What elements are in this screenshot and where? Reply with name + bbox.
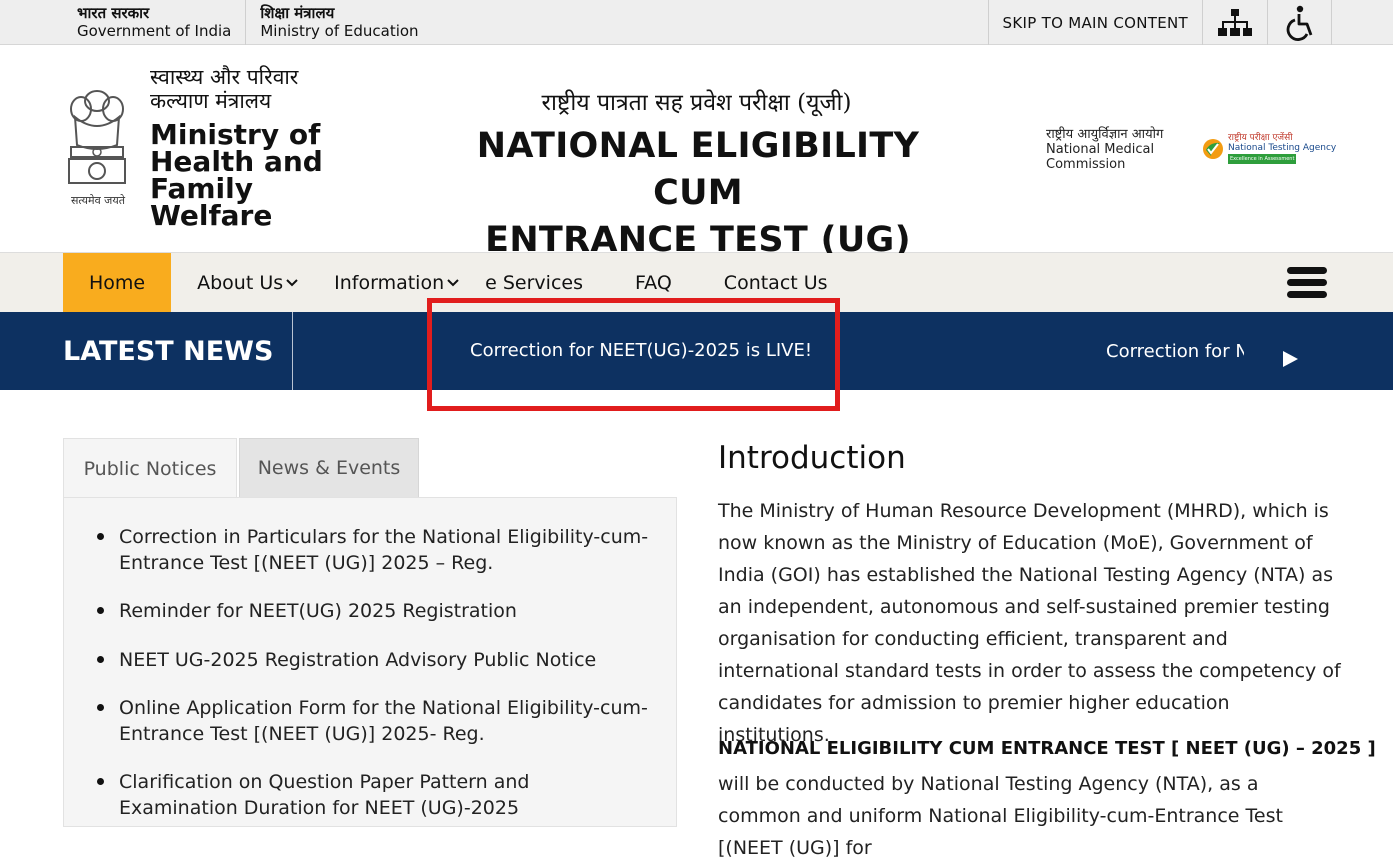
site-header: सत्यमेव जयते स्वास्थ्य और परिवार कल्याण … bbox=[0, 45, 1393, 260]
menu-button[interactable] bbox=[1287, 267, 1327, 299]
tab-public-notices[interactable]: Public Notices bbox=[63, 438, 237, 498]
ministry-english-name[interactable]: Ministry of Health and Family Welfare bbox=[150, 118, 330, 232]
moe-en-label: Ministry of Education bbox=[260, 22, 419, 40]
nav-item-label: About Us bbox=[197, 271, 284, 294]
skip-to-main-content-link[interactable]: SKIP TO MAIN CONTENT bbox=[987, 0, 1202, 45]
nta-logo[interactable]: राष्ट्रीय परीक्षा एजेंसी National Testin… bbox=[1202, 133, 1336, 164]
nav-item-home[interactable]: Home bbox=[63, 253, 172, 312]
intro-paragraph-2: will be conducted by National Testing Ag… bbox=[718, 773, 1283, 859]
gov-of-india-link[interactable]: भारत सरकार Government of India bbox=[63, 0, 247, 45]
list-bullet bbox=[97, 607, 104, 614]
nmc-logo[interactable]: राष्ट्रीय आयुर्विज्ञान आयोग National Med… bbox=[1046, 127, 1163, 172]
ticker-play-icon[interactable] bbox=[1283, 351, 1298, 367]
accessibility-icon bbox=[1286, 5, 1312, 41]
intro-title: Introduction bbox=[718, 440, 906, 476]
intro-paragraph: The Ministry of Human Resource Developme… bbox=[718, 500, 1341, 746]
news-divider bbox=[292, 312, 293, 390]
gov-links: भारत सरकार Government of India शिक्षा मं… bbox=[63, 0, 433, 45]
nta-text: राष्ट्रीय परीक्षा एजेंसी National Testin… bbox=[1228, 133, 1336, 164]
notice-link[interactable]: Reminder for NEET(UG) 2025 Registration bbox=[119, 598, 649, 624]
gov-bar-actions: SKIP TO MAIN CONTENT bbox=[987, 0, 1332, 45]
site-title: NATIONAL ELIGIBILITY CUM ENTRANCE TEST (… bbox=[448, 123, 948, 264]
list-bullet bbox=[97, 778, 104, 785]
site-title-hindi: राष्ट्रीय पात्रता सह प्रवेश परीक्षा (यूज… bbox=[541, 90, 852, 116]
notice-link[interactable]: Online Application Form for the National… bbox=[119, 695, 649, 747]
nmc-hi-label: राष्ट्रीय आयुर्विज्ञान आयोग bbox=[1046, 127, 1164, 142]
chevron-down-icon bbox=[447, 278, 459, 286]
gov-en-label: Government of India bbox=[77, 22, 232, 40]
ministry-en-line2: Health and bbox=[150, 145, 323, 178]
site-title-line1: NATIONAL ELIGIBILITY CUM bbox=[476, 126, 920, 213]
notice-link[interactable]: Correction in Particulars for the Nation… bbox=[119, 524, 649, 576]
emblem-caption: सत्यमेव जयते bbox=[70, 194, 125, 207]
notice-link[interactable]: Clarification on Question Paper Pattern … bbox=[119, 769, 649, 821]
tab-news-events[interactable]: News & Events bbox=[239, 438, 419, 498]
nav-item-label: Contact Us bbox=[723, 271, 828, 294]
sitemap-button[interactable] bbox=[1202, 0, 1267, 45]
nav-item-label: Home bbox=[89, 271, 146, 294]
hamburger-line bbox=[1287, 279, 1327, 286]
hamburger-line bbox=[1287, 291, 1327, 298]
nav-item-about-us[interactable]: About Us bbox=[171, 253, 312, 312]
list-bullet bbox=[97, 656, 104, 663]
list-bullet bbox=[97, 704, 104, 711]
hamburger-icon bbox=[1287, 267, 1327, 274]
sitemap-icon bbox=[1218, 8, 1252, 36]
ministry-en-line4: Welfare bbox=[150, 199, 273, 232]
nmc-en-line1: National Medical bbox=[1046, 142, 1155, 157]
ministry-en-line1: Ministry of bbox=[150, 118, 321, 151]
list-bullet bbox=[97, 533, 104, 540]
moe-hi-label: शिक्षा मंत्रालय bbox=[260, 4, 335, 22]
highlight-box bbox=[427, 298, 840, 411]
ministry-of-education-link[interactable]: शिक्षा मंत्रालय Ministry of Education bbox=[246, 0, 432, 45]
ministry-en-line3: Family bbox=[150, 172, 254, 205]
latest-news-label: LATEST NEWS bbox=[63, 335, 274, 367]
nav-item-label: FAQ bbox=[634, 271, 672, 294]
nav-item-label: e Services bbox=[485, 271, 583, 294]
neet-heading: NATIONAL ELIGIBILITY CUM ENTRANCE TEST [… bbox=[718, 738, 1376, 759]
nta-en-label: National Testing Agency bbox=[1228, 143, 1337, 153]
nav-item-label: Information bbox=[334, 271, 445, 294]
chevron-down-icon bbox=[286, 278, 298, 286]
accessibility-button[interactable] bbox=[1267, 0, 1332, 45]
nta-tagline: Excellence in Assessment bbox=[1228, 154, 1297, 164]
gov-hi-label: भारत सरकार bbox=[77, 4, 150, 22]
nmc-en-line2: Commission bbox=[1046, 157, 1126, 172]
notice-link[interactable]: NEET UG-2025 Registration Advisory Publi… bbox=[119, 647, 649, 673]
nta-check-icon bbox=[1203, 138, 1223, 159]
news-ticker-item[interactable]: Correction for NEET(UG)-2025 is LIVE! bbox=[1106, 341, 1244, 362]
gov-bar: भारत सरकार Government of India शिक्षा मं… bbox=[0, 0, 1393, 45]
nta-hi-label: राष्ट्रीय परीक्षा एजेंसी bbox=[1228, 133, 1293, 143]
